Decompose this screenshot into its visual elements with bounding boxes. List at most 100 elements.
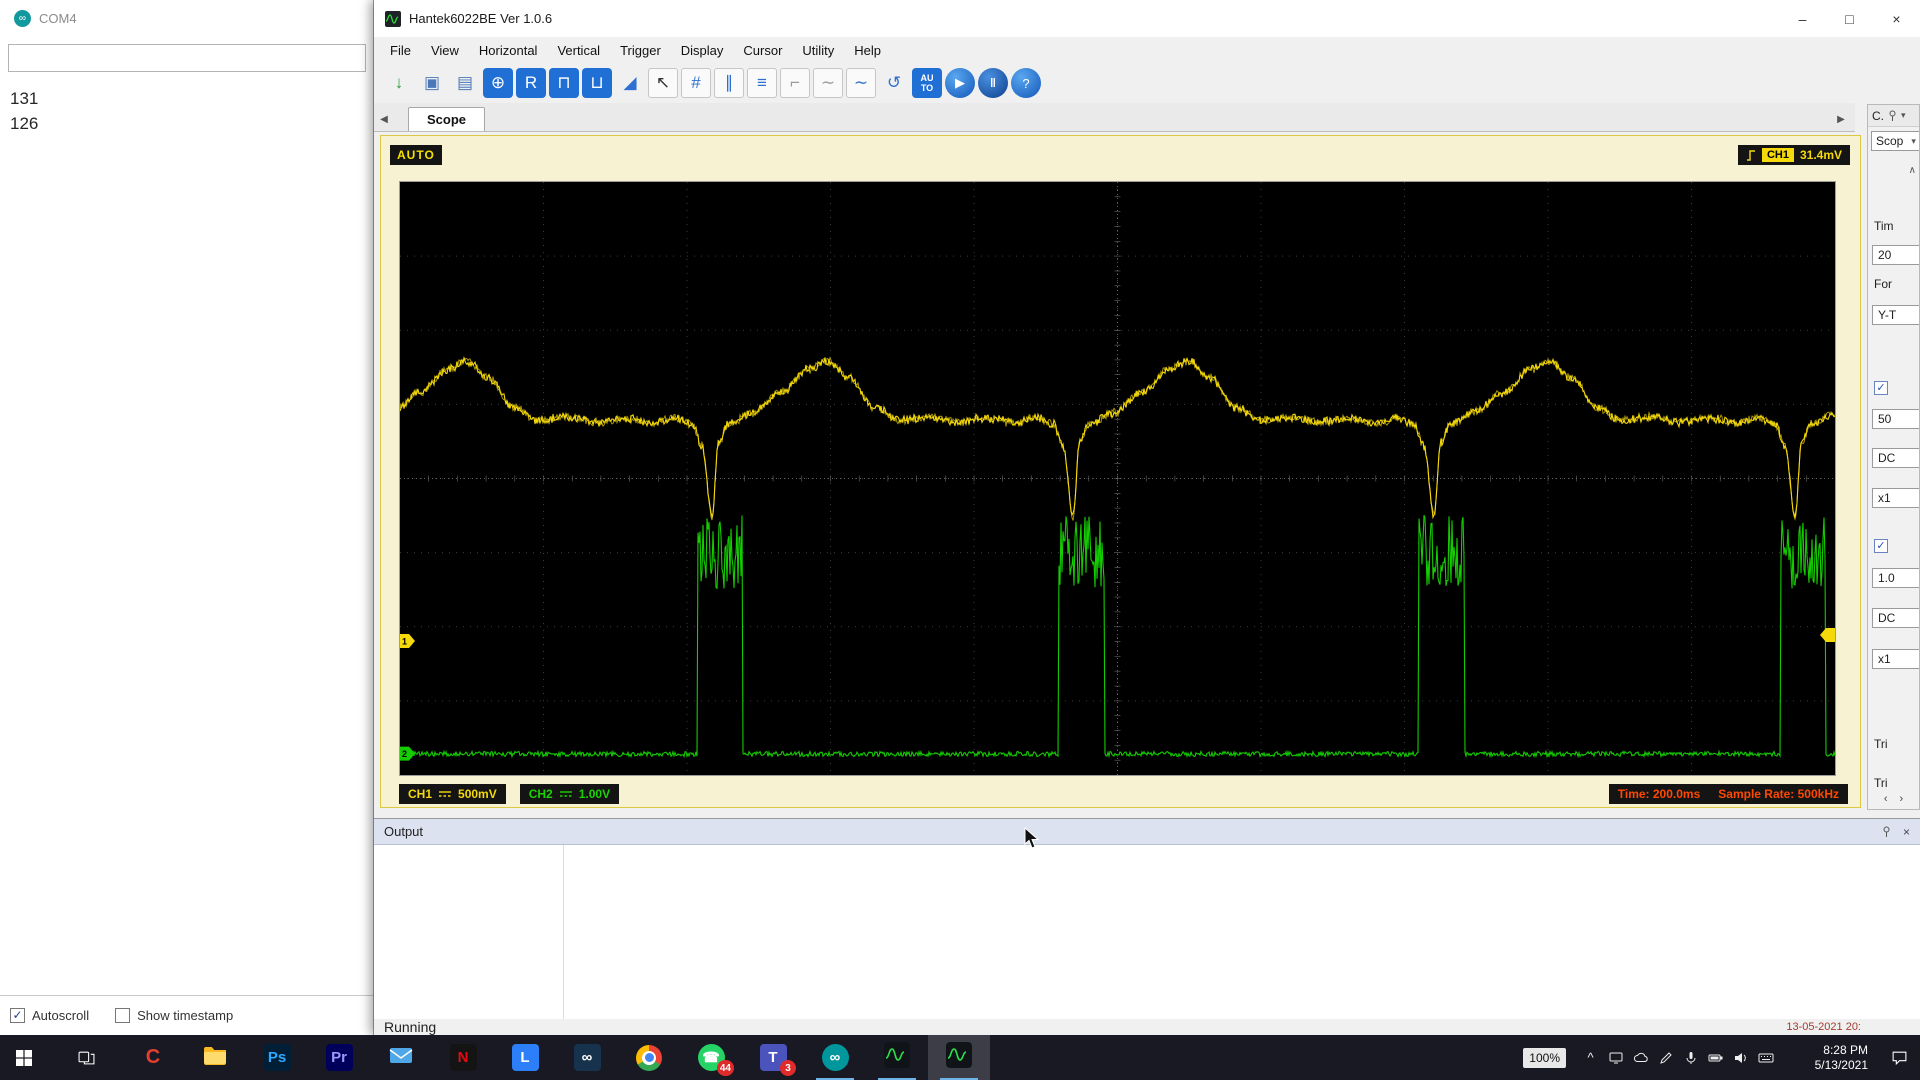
- grid-display-icon[interactable]: #: [681, 68, 711, 98]
- taskbar-scope-app-active-icon[interactable]: [928, 1035, 990, 1080]
- hantek-app-icon: [385, 11, 401, 27]
- tray-monitor-icon[interactable]: [1603, 1035, 1628, 1080]
- tab-scope[interactable]: Scope: [408, 107, 485, 131]
- task-view-button[interactable]: [62, 1035, 110, 1080]
- panel-left-icon[interactable]: ‹: [1884, 793, 1888, 805]
- taskbar-mail-icon[interactable]: [370, 1035, 432, 1080]
- pin-icon[interactable]: [1888, 110, 1897, 122]
- horizontal-cursors-icon[interactable]: ≡: [747, 68, 777, 98]
- autoscroll-checkbox[interactable]: ✓ Autoscroll: [10, 1008, 89, 1023]
- auto-refresh-icon[interactable]: ↺: [879, 68, 909, 98]
- pause-icon[interactable]: ‖: [978, 68, 1008, 98]
- output-panel-header[interactable]: Output ×: [374, 819, 1920, 845]
- start-button[interactable]: [0, 1035, 48, 1080]
- side-field-y-t[interactable]: Y-T: [1872, 305, 1920, 325]
- menu-horizontal[interactable]: Horizontal: [469, 40, 548, 61]
- pin-icon[interactable]: [1882, 826, 1891, 838]
- side-panel-header[interactable]: C. ▾: [1868, 105, 1919, 127]
- vertical-cursors-icon[interactable]: ∥: [714, 68, 744, 98]
- maximize-button[interactable]: □: [1826, 0, 1873, 37]
- system-tray: 100% ^ 8:28 PM5/13/2021: [1523, 1035, 1920, 1080]
- taskbar-photoshop-icon[interactable]: Ps: [246, 1035, 308, 1080]
- serial-titlebar[interactable]: ∞ COM4: [0, 0, 373, 37]
- help-icon[interactable]: ?: [1011, 68, 1041, 98]
- pulse-low-icon[interactable]: ⊓: [549, 68, 579, 98]
- taskbar-file-explorer-icon[interactable]: [184, 1035, 246, 1080]
- wave-interp-icon[interactable]: ∼: [813, 68, 843, 98]
- side-field-dc[interactable]: DC: [1872, 608, 1920, 628]
- cursor-measure-icon[interactable]: ↖: [648, 68, 678, 98]
- side-field-x1[interactable]: x1: [1872, 488, 1920, 508]
- menu-view[interactable]: View: [421, 40, 469, 61]
- serial-send-input[interactable]: [8, 44, 366, 72]
- tray-mic-icon[interactable]: [1678, 1035, 1703, 1080]
- tray-pen-icon[interactable]: [1653, 1035, 1678, 1080]
- scope-mode-select[interactable]: Scop ▾: [1871, 131, 1920, 151]
- auto-range-icon[interactable]: R: [516, 68, 546, 98]
- menu-display[interactable]: Display: [671, 40, 734, 61]
- open-file-icon[interactable]: ↓: [384, 68, 414, 98]
- taskbar-arduino-icon[interactable]: ∞: [804, 1035, 866, 1080]
- ch1-scale-chip[interactable]: CH1 500mV: [399, 784, 506, 804]
- hantek-window: Hantek6022BE Ver 1.0.6 – □ × FileViewHor…: [374, 0, 1920, 1035]
- fit-screen-icon[interactable]: ⊕: [483, 68, 513, 98]
- action-center-icon[interactable]: [1878, 1035, 1920, 1080]
- side-field-1.0[interactable]: 1.0: [1872, 568, 1920, 588]
- tray-keyboard-icon[interactable]: [1753, 1035, 1778, 1080]
- menu-utility[interactable]: Utility: [792, 40, 844, 61]
- trigger-edge-icon[interactable]: ⌐: [780, 68, 810, 98]
- tab-scroll-left-icon[interactable]: ◀: [374, 107, 394, 131]
- side-field-dc[interactable]: DC: [1872, 448, 1920, 468]
- tab-scroll-right-icon[interactable]: ▶: [1831, 107, 1851, 131]
- show-timestamp-checkbox[interactable]: Show timestamp: [115, 1008, 233, 1023]
- ramp-icon[interactable]: ◢: [615, 68, 645, 98]
- menu-vertical[interactable]: Vertical: [547, 40, 610, 61]
- taskbar-app-l-icon[interactable]: L: [494, 1035, 556, 1080]
- zoom-level-indicator[interactable]: 100%: [1523, 1048, 1566, 1068]
- menu-trigger[interactable]: Trigger: [610, 40, 671, 61]
- taskbar-teams-icon[interactable]: T3: [742, 1035, 804, 1080]
- ch2-scale-chip[interactable]: CH2 1.00V: [520, 784, 619, 804]
- tray-battery-icon[interactable]: [1703, 1035, 1728, 1080]
- taskbar-infinity-app-icon[interactable]: ∞: [556, 1035, 618, 1080]
- scope-panel: AUTO CH1 31.4mV 12 CH1 500mV CH2 1.00V: [380, 135, 1861, 808]
- serial-output-area[interactable]: 131126: [0, 80, 373, 996]
- side-field-50[interactable]: 50: [1872, 409, 1920, 429]
- side-checkbox[interactable]: ✓: [1874, 539, 1888, 553]
- chevron-down-icon[interactable]: ▾: [1901, 110, 1906, 121]
- trigger-edge-icon: [1746, 149, 1756, 162]
- hantek-titlebar[interactable]: Hantek6022BE Ver 1.0.6 – □ ×: [374, 0, 1920, 37]
- side-checkbox[interactable]: ✓: [1874, 381, 1888, 395]
- run-icon[interactable]: ▶: [945, 68, 975, 98]
- menu-cursor[interactable]: Cursor: [733, 40, 792, 61]
- output-panel-divider: [563, 845, 564, 1019]
- close-button[interactable]: ×: [1873, 0, 1920, 37]
- wave-filter-icon[interactable]: ∼: [846, 68, 876, 98]
- side-field-x1[interactable]: x1: [1872, 649, 1920, 669]
- menu-help[interactable]: Help: [844, 40, 891, 61]
- side-panel-pager: ‹ ›: [1868, 793, 1919, 805]
- scope-graticule[interactable]: 12: [399, 181, 1836, 776]
- tray-volume-icon[interactable]: [1728, 1035, 1753, 1080]
- tray-cloud-icon[interactable]: [1628, 1035, 1653, 1080]
- minimize-button[interactable]: –: [1779, 0, 1826, 37]
- save-icon[interactable]: ▣: [417, 68, 447, 98]
- scope-app-app-glyph: [884, 1042, 910, 1073]
- panel-right-icon[interactable]: ›: [1900, 793, 1904, 805]
- scope-app-active-app-glyph: [946, 1042, 972, 1073]
- scroll-up-icon[interactable]: ∧: [1909, 165, 1916, 176]
- side-field-20[interactable]: 20: [1872, 245, 1920, 265]
- taskbar-scope-app-icon[interactable]: [866, 1035, 928, 1080]
- print-icon[interactable]: ▤: [450, 68, 480, 98]
- taskbar-chrome-icon[interactable]: [618, 1035, 680, 1080]
- taskbar-premiere-icon[interactable]: Pr: [308, 1035, 370, 1080]
- menu-file[interactable]: File: [380, 40, 421, 61]
- close-panel-icon[interactable]: ×: [1903, 825, 1910, 839]
- taskbar-whatsapp-icon[interactable]: ☎44: [680, 1035, 742, 1080]
- auto-set-icon[interactable]: AUTO: [912, 68, 942, 98]
- hidden-icons-chevron[interactable]: ^: [1578, 1035, 1603, 1080]
- taskbar-app-c-icon[interactable]: C: [122, 1035, 184, 1080]
- pulse-high-icon[interactable]: ⊔: [582, 68, 612, 98]
- taskbar-clock[interactable]: 8:28 PM5/13/2021: [1788, 1043, 1868, 1073]
- taskbar-netflix-icon[interactable]: N: [432, 1035, 494, 1080]
